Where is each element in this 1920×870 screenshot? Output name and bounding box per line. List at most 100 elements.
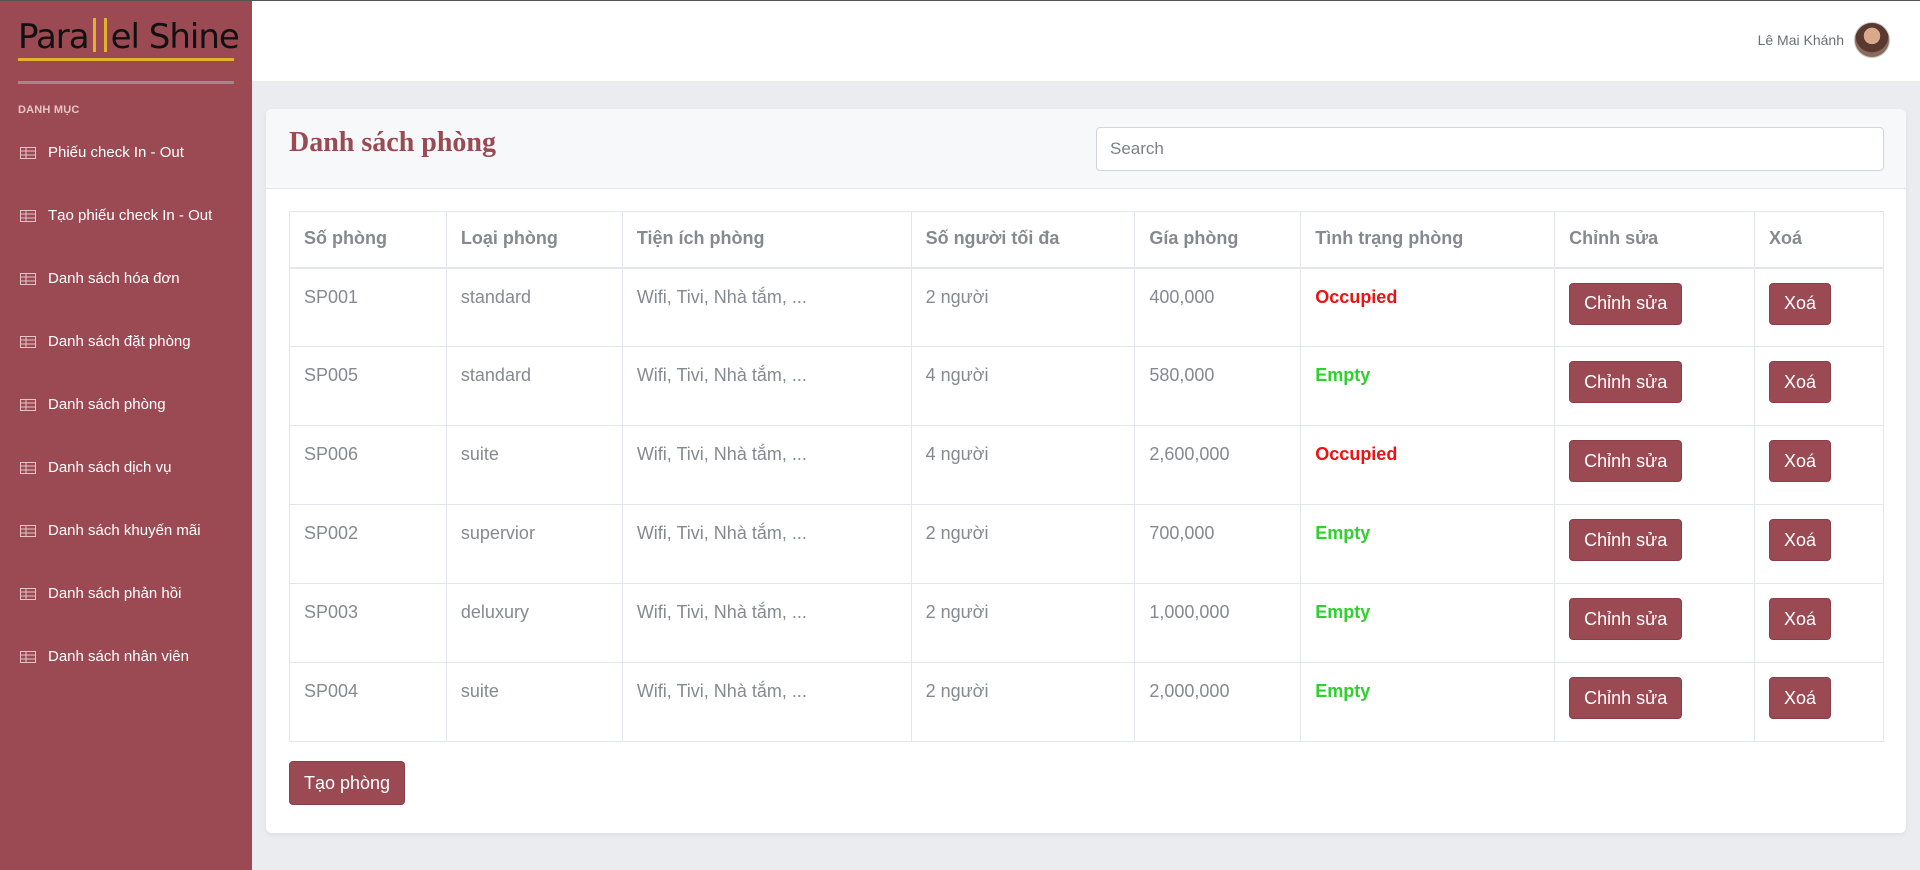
room-id: SP001 [289,267,447,347]
room-status: Empty [1300,583,1556,663]
column-header[interactable]: Tình trạng phòng [1300,211,1556,269]
column-header[interactable]: Loại phòng [445,211,623,269]
sidebar-item-label: Danh sách hóa đơn [48,270,180,287]
room-price: 1,000,000 [1134,583,1302,663]
sidebar-item-label: Tạo phiếu check In - Out [48,207,213,224]
sidebar-item-services[interactable]: Danh sách dịch vụ [0,448,252,511]
top-bar: Lê Mai Khánh [252,1,1920,81]
delete-cell: Xoá [1753,267,1885,347]
room-amenities: Wifi, Tivi, Nhà tắm, ... [621,267,912,347]
delete-button[interactable]: Xoá [1768,598,1832,640]
edit-cell: Chỉnh sửa [1554,583,1755,663]
create-room-button[interactable]: Tạo phòng [289,761,406,805]
sidebar-item-label: Danh sách khuyến mãi [48,522,201,539]
brand-logo[interactable]: Para el Shine [18,17,240,61]
table-icon [20,524,36,537]
delete-button[interactable]: Xoá [1768,282,1832,325]
sidebar-item-checkin-out[interactable]: Phiếu check In - Out [0,133,252,196]
table-row: SP005 standard Wifi, Tivi, Nhà tắm, ... … [289,346,1885,426]
table-icon [20,398,36,411]
user-name: Lê Mai Khánh [1757,32,1844,48]
column-header[interactable]: Số phòng [289,211,447,269]
edit-button[interactable]: Chỉnh sửa [1569,598,1683,640]
room-price: 700,000 [1134,504,1302,584]
table-icon [20,650,36,663]
delete-button[interactable]: Xoá [1768,361,1832,403]
sidebar-item-feedback[interactable]: Danh sách phản hồi [0,574,252,637]
table-icon [20,209,36,222]
room-status: Empty [1300,346,1556,426]
brand-bar [103,18,107,52]
rooms-card: Danh sách phòng Số phòng Loại phòng Tiện… [266,109,1906,833]
delete-cell: Xoá [1753,504,1885,584]
sidebar-item-rooms[interactable]: Danh sách phòng [0,385,252,448]
room-max-guests: 2 người [910,267,1136,347]
sidebar-item-create-checkin[interactable]: Tạo phiếu check In - Out [0,196,252,259]
sidebar-item-invoices[interactable]: Danh sách hóa đơn [0,259,252,322]
edit-cell: Chỉnh sửa [1554,267,1755,347]
delete-cell: Xoá [1753,583,1885,663]
column-header[interactable]: Gía phòng [1134,211,1302,269]
table-header-row: Số phòng Loại phòng Tiện ích phòng Số ng… [289,211,1885,269]
room-max-guests: 4 người [910,425,1136,505]
room-id: SP005 [289,346,447,426]
room-price: 2,000,000 [1134,662,1302,742]
edit-cell: Chỉnh sửa [1554,504,1755,584]
delete-cell: Xoá [1753,425,1885,505]
delete-cell: Xoá [1753,346,1885,426]
column-header[interactable]: Tiện ích phòng [621,211,912,269]
delete-button[interactable]: Xoá [1768,519,1832,561]
room-price: 2,600,000 [1134,425,1302,505]
sidebar: Para el Shine DANH MỤC Phiếu check In - O… [0,1,252,870]
user-menu[interactable]: Lê Mai Khánh [1758,22,1890,58]
column-header[interactable]: Số người tối đa [910,211,1136,269]
sidebar-item-label: Phiếu check In - Out [48,144,184,161]
edit-button[interactable]: Chỉnh sửa [1569,361,1683,403]
brand-text-2: el Shine [110,17,240,57]
room-price: 400,000 [1134,267,1302,347]
brand-text-1: Para [18,17,90,57]
card-header: Danh sách phòng [266,109,1906,189]
menu-heading: DANH MỤC [18,104,80,116]
room-type: standard [445,267,623,347]
room-amenities: Wifi, Tivi, Nhà tắm, ... [621,504,912,584]
edit-button[interactable]: Chỉnh sửa [1569,677,1683,719]
sidebar-item-bookings[interactable]: Danh sách đặt phòng [0,322,252,385]
room-id: SP004 [289,662,447,742]
sidebar-divider [18,81,234,84]
edit-cell: Chỉnh sửa [1554,662,1755,742]
sidebar-item-staff[interactable]: Danh sách nhân viên [0,637,252,700]
edit-button[interactable]: Chỉnh sửa [1569,519,1683,561]
avatar[interactable] [1854,22,1890,58]
sidebar-item-label: Danh sách phòng [48,396,166,413]
room-type: standard [445,346,623,426]
sidebar-item-label: Danh sách đặt phòng [48,333,191,350]
room-status: Empty [1300,504,1556,584]
edit-button[interactable]: Chỉnh sửa [1569,440,1683,482]
column-header[interactable]: Chỉnh sửa [1554,211,1755,269]
room-type: suite [445,425,623,505]
table-row: SP001 standard Wifi, Tivi, Nhà tắm, ... … [289,267,1885,347]
room-amenities: Wifi, Tivi, Nhà tắm, ... [621,346,912,426]
table-icon [20,272,36,285]
delete-cell: Xoá [1753,662,1885,742]
search-input[interactable] [1096,127,1884,171]
room-status: Occupied [1300,267,1556,347]
table-icon [20,146,36,159]
table-row: SP004 suite Wifi, Tivi, Nhà tắm, ... 2 n… [289,662,1885,742]
table-icon [20,335,36,348]
delete-button[interactable]: Xoá [1768,440,1832,482]
room-status: Empty [1300,662,1556,742]
sidebar-item-label: Danh sách dịch vụ [48,459,172,476]
edit-cell: Chỉnh sửa [1554,346,1755,426]
room-max-guests: 2 người [910,504,1136,584]
edit-cell: Chỉnh sửa [1554,425,1755,505]
sidebar-item-promotions[interactable]: Danh sách khuyến mãi [0,511,252,574]
delete-button[interactable]: Xoá [1768,677,1832,719]
edit-button[interactable]: Chỉnh sửa [1569,282,1683,325]
room-id: SP003 [289,583,447,663]
room-id: SP002 [289,504,447,584]
room-max-guests: 2 người [910,583,1136,663]
table-row: SP006 suite Wifi, Tivi, Nhà tắm, ... 4 n… [289,425,1885,505]
column-header[interactable]: Xoá [1753,211,1885,269]
